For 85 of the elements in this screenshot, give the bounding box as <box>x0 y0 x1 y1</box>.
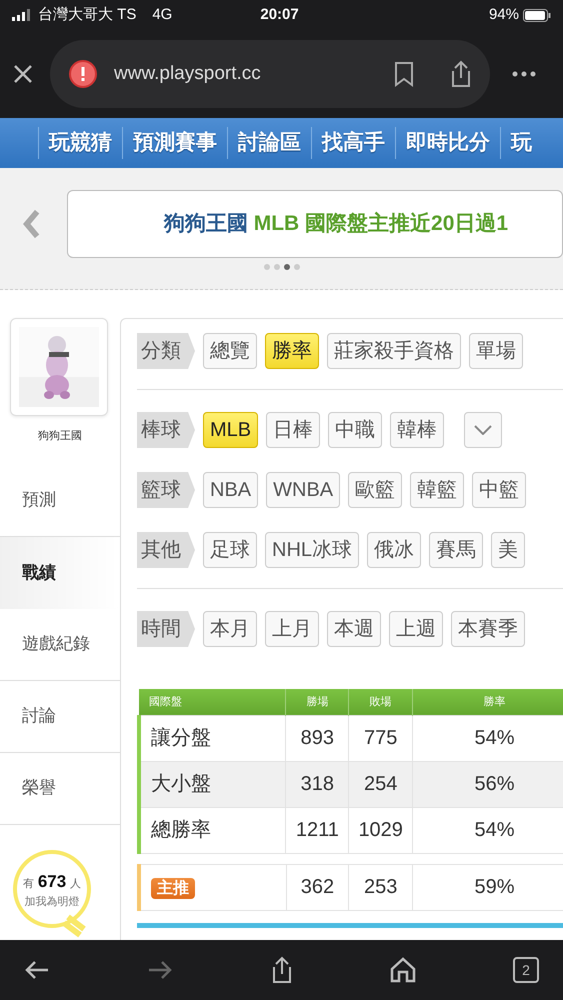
filter-chip[interactable]: 單場 <box>469 333 523 369</box>
nav-item[interactable]: 玩 <box>500 127 542 159</box>
table-cell: 893 <box>286 715 349 761</box>
filter-chip[interactable]: 中職 <box>328 412 382 448</box>
column-header: 敗場 <box>348 689 413 715</box>
nav-item[interactable]: 即時比分 <box>395 127 500 159</box>
fans-suffix: 人 <box>70 876 82 892</box>
filter-chip[interactable]: 上週 <box>389 611 443 647</box>
table-cell: 362 <box>286 864 349 910</box>
fans-count: 673 <box>38 870 66 892</box>
filter-chip[interactable]: 歐籃 <box>348 472 402 508</box>
filter-chip[interactable]: 美 <box>491 532 526 568</box>
sidebar-item[interactable]: 討論 <box>0 680 120 752</box>
carousel-dot[interactable] <box>284 264 290 270</box>
battery-percent: 94% <box>488 4 519 25</box>
filter-chip[interactable]: NBA <box>203 472 258 508</box>
more-icon[interactable] <box>512 71 536 77</box>
filter-chip[interactable]: 上月 <box>265 611 319 647</box>
table-cell: 1211 <box>286 807 349 853</box>
table-cell: 253 <box>348 864 413 910</box>
column-header: 國際盤 <box>139 689 286 715</box>
table-cell: 254 <box>348 761 413 807</box>
filter-chip[interactable]: 本月 <box>203 611 257 647</box>
filter-chip[interactable]: 韓棒 <box>390 412 444 448</box>
nav-item[interactable]: 找高手 <box>311 127 395 159</box>
filter-chip[interactable]: 俄冰 <box>367 532 422 568</box>
tabs-button[interactable]: 2 <box>513 957 539 983</box>
filter-chip[interactable]: MLB <box>203 412 258 448</box>
share-icon[interactable] <box>450 60 472 88</box>
warning-icon[interactable] <box>68 59 98 89</box>
table-cell: 318 <box>286 761 349 807</box>
fans-caption: 加我為明燈 <box>24 895 80 910</box>
sidebar-item[interactable]: 榮譽 <box>0 752 120 824</box>
share-icon[interactable] <box>270 956 292 984</box>
fans-prefix: 有 <box>22 876 34 892</box>
table-cell: 775 <box>348 715 413 761</box>
url-text[interactable]: www.playsport.cc <box>114 60 261 88</box>
filter-chip[interactable]: 本週 <box>327 611 381 647</box>
table-cell: 1029 <box>348 807 413 853</box>
table-cell: 大小盤 <box>139 761 286 807</box>
column-header: 勝場 <box>286 689 349 715</box>
filter-label: 其他 <box>137 532 195 568</box>
nav-item[interactable]: 討論區 <box>227 127 311 159</box>
nav-item[interactable]: 玩競猜 <box>38 127 122 159</box>
forward-icon[interactable] <box>147 959 174 981</box>
banner-headline[interactable]: 狗狗王國 MLB 國際盤主推近20日過1 <box>164 208 508 240</box>
signal-icon <box>12 9 30 21</box>
profile-name: 狗狗王國 <box>37 429 83 444</box>
chevron-down-icon <box>474 425 492 435</box>
filter-chip[interactable]: 勝率 <box>265 333 319 369</box>
filter-chip[interactable]: 中籃 <box>472 472 526 508</box>
filter-label: 時間 <box>137 611 195 647</box>
filter-label: 棒球 <box>137 412 195 448</box>
table-cell: 56% <box>412 761 563 807</box>
network-type: 4G <box>152 4 172 25</box>
bookmark-icon[interactable] <box>394 61 414 87</box>
carousel-dot[interactable] <box>264 264 270 270</box>
dropdown-button[interactable] <box>464 412 502 448</box>
filter-chip[interactable]: WNBA <box>266 472 340 508</box>
filter-chip[interactable]: 賽馬 <box>429 532 484 568</box>
table-cell: 59% <box>412 864 563 910</box>
filter-chip[interactable]: 總覽 <box>203 333 257 369</box>
nav-item[interactable]: 預測賽事 <box>122 127 227 159</box>
filter-chip[interactable]: 本賽季 <box>451 611 525 647</box>
carrier-name: 台灣大哥大 TS <box>38 4 136 25</box>
column-header: 勝率 <box>412 689 563 715</box>
back-icon[interactable] <box>24 959 50 981</box>
filter-label: 籃球 <box>137 472 195 508</box>
battery-icon <box>523 8 551 22</box>
filter-chip[interactable]: 莊家殺手資格 <box>327 333 461 369</box>
carousel-dot[interactable] <box>274 264 280 270</box>
table-cell: 54% <box>412 715 563 761</box>
filter-chip[interactable]: 足球 <box>203 532 257 568</box>
featured-badge: 主推 <box>151 878 195 899</box>
filter-label: 分類 <box>137 333 195 369</box>
close-icon[interactable] <box>12 63 34 85</box>
clock-time: 20:07 <box>260 4 299 25</box>
home-icon[interactable] <box>390 957 416 983</box>
carousel-dot[interactable] <box>294 264 300 270</box>
filter-chip[interactable]: 日棒 <box>266 412 320 448</box>
filter-chip[interactable]: 韓籃 <box>410 472 464 508</box>
filter-chip[interactable]: NHL冰球 <box>265 532 360 568</box>
table-cell: 總勝率 <box>139 807 286 853</box>
sidebar-item[interactable]: 戰績 <box>0 536 120 608</box>
sidebar-item[interactable]: 遊戲紀錄 <box>0 608 120 680</box>
